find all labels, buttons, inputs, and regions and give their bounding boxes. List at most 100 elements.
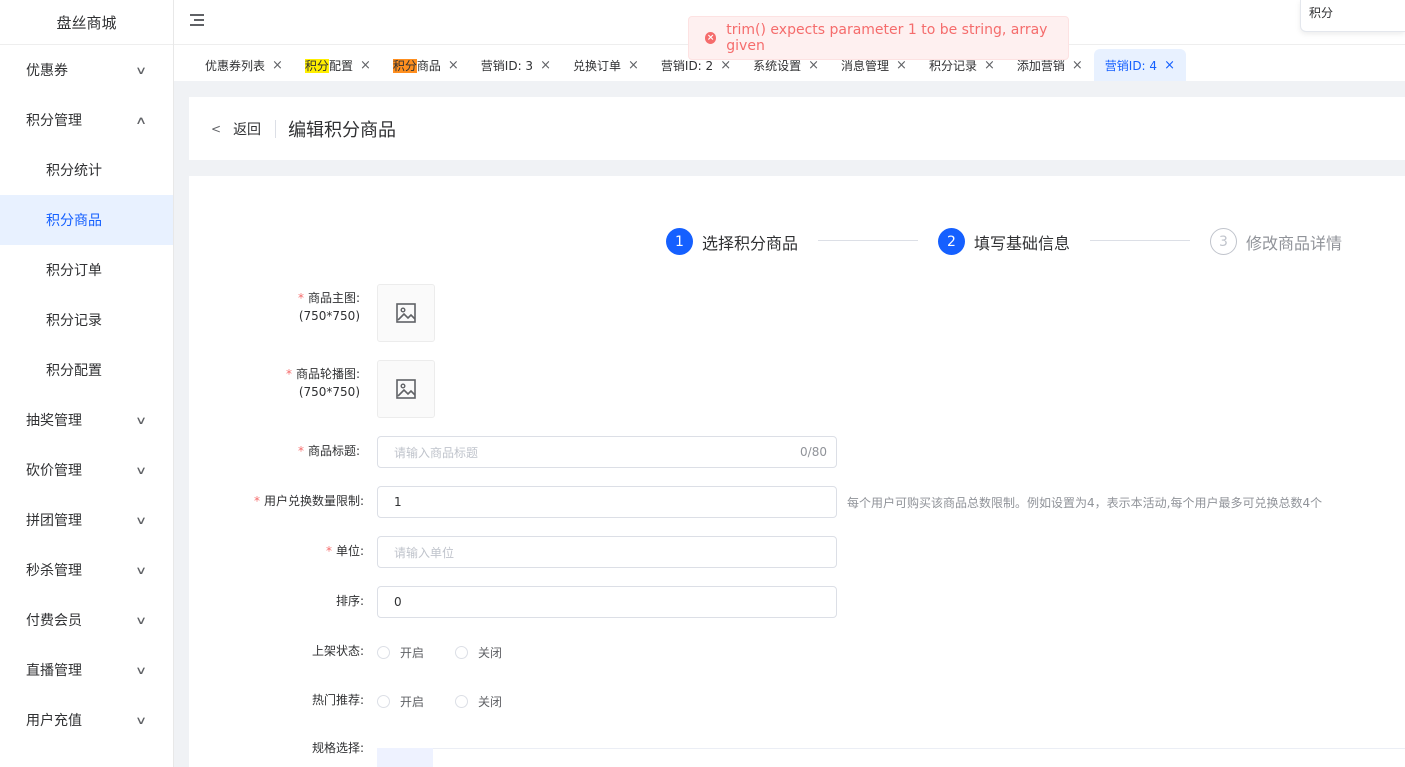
sidebar-item-points-goods[interactable]: 积分商品 [0, 195, 173, 245]
menu-item-group[interactable]: 拼团管理 ∨ [0, 495, 173, 545]
main-image-upload[interactable] [377, 284, 435, 342]
required-mark: * [297, 291, 304, 305]
menu-fold-icon[interactable] [190, 14, 204, 28]
radio-label: 关闭 [478, 695, 503, 709]
chevron-down-icon: ∨ [134, 613, 148, 627]
chevron-down-icon: ∨ [134, 563, 148, 577]
sidebar-item-points-stats[interactable]: 积分统计 [0, 145, 173, 195]
required-mark: * [253, 494, 260, 508]
tab-coupon-list[interactable]: 优惠券列表 × [194, 49, 294, 81]
menu-item-points[interactable]: 积分管理 ∧ [0, 95, 173, 145]
tab-points-config[interactable]: 积分配置 × [294, 49, 382, 81]
sidebar-item-points-orders[interactable]: 积分订单 [0, 245, 173, 295]
placeholder: 请输入单位 [394, 545, 455, 560]
chevron-down-icon: ∨ [134, 663, 148, 677]
spec-divider [433, 748, 1405, 749]
chevron-left-icon: < [211, 121, 222, 136]
error-message: trim() expects parameter 1 to be string,… [726, 22, 1048, 54]
spec-option[interactable] [377, 748, 433, 767]
menu-item-label: 秒杀管理 [26, 563, 82, 579]
shelf-on-radio[interactable]: 开启 [377, 644, 424, 661]
spec-label: 规格选择: [311, 741, 364, 755]
sidebar: 盘丝商城 优惠券 ∨ 积分管理 ∧ 积分统计 积分商品 积分订单 积分记录 积分… [0, 0, 174, 767]
close-icon[interactable]: × [1164, 58, 1175, 73]
chevron-down-icon: ∨ [134, 413, 148, 427]
sidebar-item-points-config[interactable]: 积分配置 [0, 345, 173, 395]
tab-marketing-3[interactable]: 营销ID: 3 × [470, 49, 562, 81]
error-toast: × trim() expects parameter 1 to be strin… [688, 16, 1069, 60]
tab-exchange-orders[interactable]: 兑换订单 × [562, 49, 650, 81]
shelf-off-radio[interactable]: 关闭 [455, 644, 502, 661]
step-label: 填写基础信息 [974, 233, 1071, 253]
back-button[interactable]: < 返回 [211, 119, 261, 139]
tab-label: 优惠券列表 [205, 58, 266, 73]
placeholder: 请输入商品标题 [394, 445, 479, 460]
menu-item-label: 砍价管理 [26, 463, 82, 479]
label-text: 商品轮播图: [295, 367, 360, 381]
required-mark: * [325, 544, 332, 558]
menu-item-live[interactable]: 直播管理 ∨ [0, 645, 173, 695]
hot-on-radio[interactable]: 开启 [377, 693, 424, 710]
required-mark: * [285, 367, 292, 381]
carousel-upload[interactable] [377, 360, 435, 418]
char-counter: 0/80 [800, 445, 827, 459]
tab-marketing-4[interactable]: 营销ID: 4 × [1093, 49, 1186, 81]
close-icon[interactable]: × [540, 58, 551, 73]
close-icon[interactable]: × [272, 58, 283, 73]
title-input[interactable]: 请输入商品标题 0/80 [377, 436, 837, 468]
tab-label-rest: 商品 [416, 58, 441, 73]
step-number: 2 [938, 228, 965, 255]
limit-input[interactable]: 1 [377, 486, 837, 518]
step-label: 选择积分商品 [702, 233, 799, 253]
search-highlight: 积分 [392, 58, 417, 73]
page-title: 编辑积分商品 [288, 119, 397, 141]
label-text: 商品主图: [307, 291, 360, 305]
chevron-down-icon: ∨ [134, 463, 148, 477]
step-3: 3 修改商品详情 [1210, 228, 1342, 255]
menu-item-label: 用户充值 [26, 713, 82, 729]
hot-off-radio[interactable]: 关闭 [455, 693, 502, 710]
close-icon[interactable]: × [1072, 58, 1083, 73]
sort-input[interactable]: 0 [377, 586, 837, 618]
label-text: 商品标题: [307, 444, 360, 458]
chevron-down-icon: ∨ [134, 513, 148, 527]
menu-search-input[interactable]: 积分 [1300, 0, 1405, 32]
menu-item-member[interactable]: 付费会员 ∨ [0, 595, 173, 645]
required-mark: * [297, 444, 304, 458]
radio-circle [377, 646, 390, 659]
form-card: 1 选择积分商品 2 填写基础信息 3 修改商品详情 * 商品主图: (750*7… [189, 176, 1405, 767]
step-connector [1090, 240, 1190, 241]
menu-item-label: 优惠券 [26, 63, 68, 79]
menu-item-bargain[interactable]: 砍价管理 ∨ [0, 445, 173, 495]
search-highlight: 积分 [304, 58, 329, 73]
menu-item-label: 抽奖管理 [26, 413, 82, 429]
image-icon [396, 303, 416, 323]
menu-item-label: 拼团管理 [26, 513, 82, 529]
sidebar-item-points-records[interactable]: 积分记录 [0, 295, 173, 345]
radio-label: 关闭 [478, 646, 503, 660]
limit-label: * 用户兑换数量限制: [209, 492, 364, 510]
menu-item-recharge[interactable]: 用户充值 ∨ [0, 695, 173, 745]
hot-recommend-label: 热门推荐: [311, 693, 364, 707]
tab-label: 积分商品 [392, 57, 441, 74]
close-icon[interactable]: × [360, 58, 371, 73]
menu-item-seckill[interactable]: 秒杀管理 ∨ [0, 545, 173, 595]
menu-item-label: 积分管理 [26, 113, 82, 129]
page-header: < 返回 编辑积分商品 [189, 97, 1405, 160]
radio-label: 开启 [400, 646, 425, 660]
divider [275, 119, 277, 138]
close-icon[interactable]: × [448, 58, 459, 73]
label-size: (750*750) [298, 309, 360, 323]
app-logo[interactable]: 盘丝商城 [0, 0, 173, 45]
menu-item-lottery[interactable]: 抽奖管理 ∨ [0, 395, 173, 445]
radio-label: 开启 [400, 695, 425, 709]
menu-item-coupon[interactable]: 优惠券 ∨ [0, 45, 173, 95]
shelf-status-label: 上架状态: [311, 644, 364, 658]
radio-circle [455, 695, 468, 708]
step-connector [818, 240, 918, 241]
unit-input[interactable]: 请输入单位 [377, 536, 837, 568]
step-1: 1 选择积分商品 [666, 228, 798, 255]
menu-item-label: 付费会员 [26, 613, 82, 629]
close-icon[interactable]: × [628, 58, 639, 73]
tab-points-goods[interactable]: 积分商品 × [382, 49, 470, 81]
